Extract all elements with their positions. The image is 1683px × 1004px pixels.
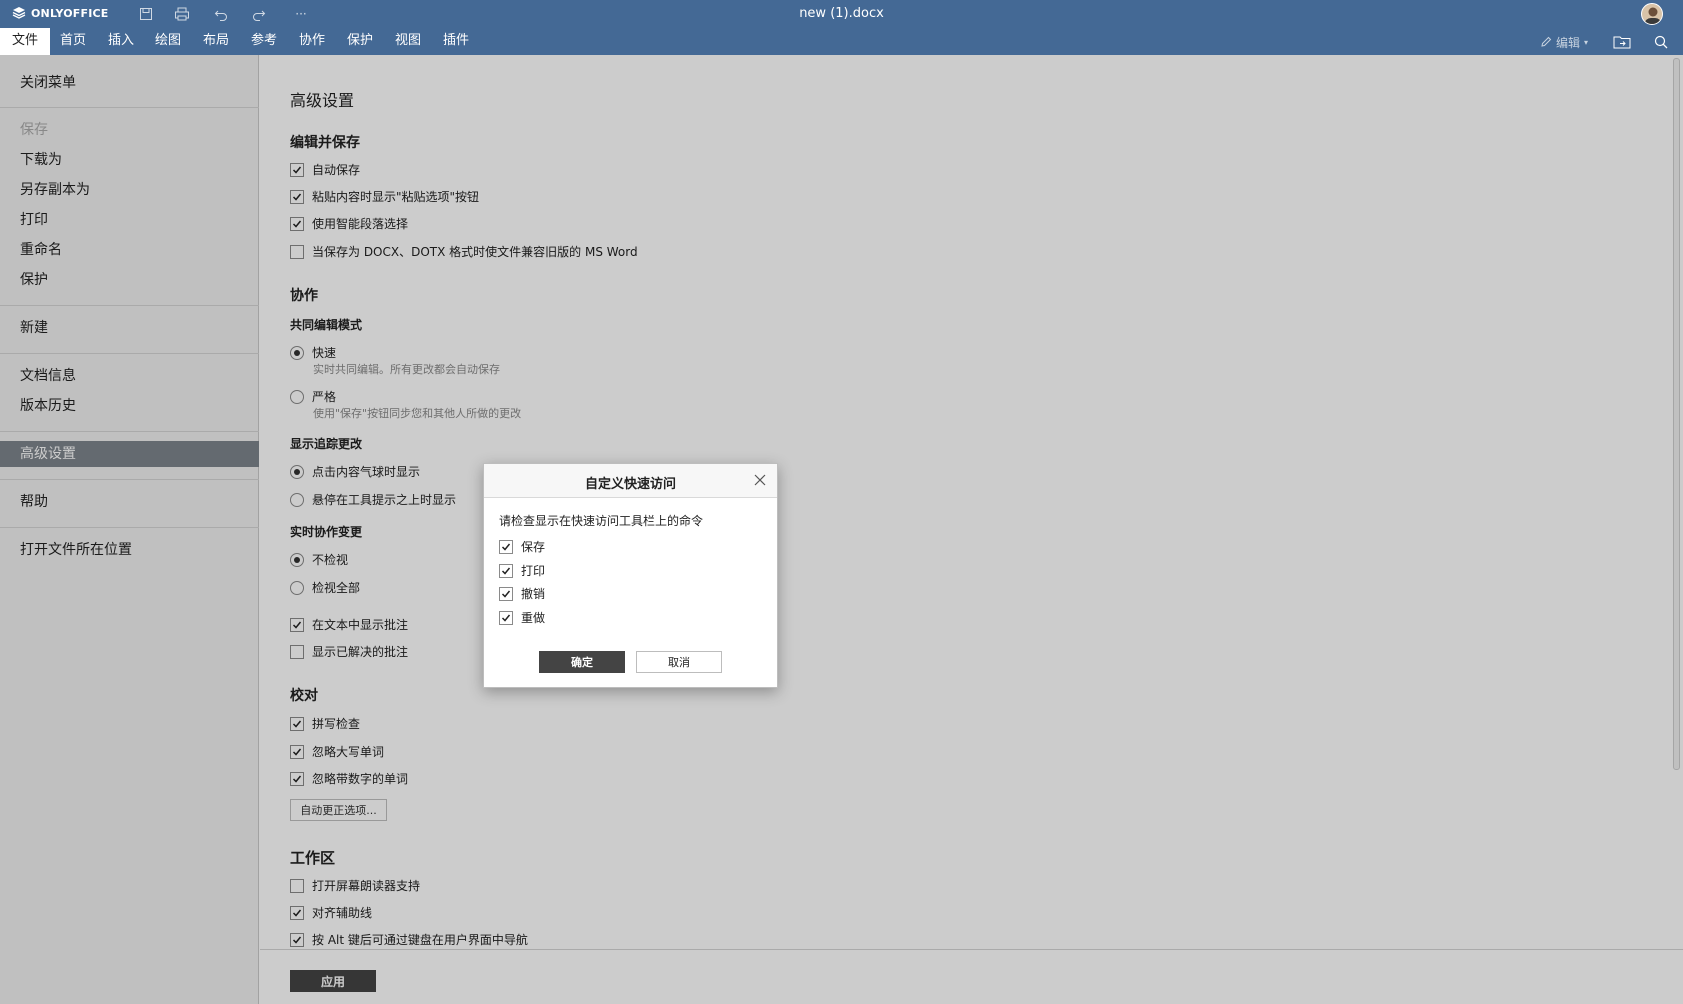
dialog-description: 请检查显示在快速访问工具栏上的命令 — [499, 514, 704, 528]
edit-mode-button[interactable]: 编辑 ▾ — [1540, 31, 1588, 53]
qa-redo-checkbox[interactable]: 重做 — [499, 609, 545, 626]
pencil-icon — [1541, 36, 1552, 47]
dialog-title: 自定义快速访问 — [584, 477, 676, 492]
open-location-icon[interactable] — [1613, 31, 1631, 53]
save-icon[interactable] — [135, 4, 157, 24]
checkbox-label: 撤销 — [521, 587, 546, 601]
tab-collaboration[interactable]: 协作 — [287, 28, 337, 55]
undo-icon[interactable] — [210, 4, 232, 24]
tab-references[interactable]: 参考 — [239, 28, 289, 55]
checkbox-checked[interactable] — [499, 539, 513, 554]
user-avatar[interactable] — [1641, 3, 1663, 25]
more-icon[interactable]: ··· — [290, 4, 312, 24]
checkbox-checked[interactable] — [499, 610, 513, 625]
tab-file[interactable]: 文件 — [0, 28, 51, 55]
tab-home[interactable]: 首页 — [48, 28, 98, 55]
chevron-down-icon: ▾ — [1584, 37, 1589, 47]
app-logo: ONLYOFFICE — [12, 6, 109, 20]
ok-button[interactable]: 确定 — [539, 651, 625, 673]
modal-overlay — [0, 55, 1683, 1004]
ribbon-tabs: 文件 首页 插入 绘图 布局 参考 协作 保护 视图 插件 编辑 ▾ — [0, 28, 1683, 55]
customize-quick-access-dialog: 自定义快速访问 请检查显示在快速访问工具栏上的命令 保存 打印 撤销 重做 确定… — [483, 463, 778, 688]
tab-draw[interactable]: 绘图 — [143, 28, 193, 55]
qa-print-checkbox[interactable]: 打印 — [499, 562, 545, 579]
qa-undo-checkbox[interactable]: 撤销 — [499, 585, 545, 602]
onlyoffice-logo-icon — [12, 7, 26, 19]
tab-view[interactable]: 视图 — [383, 28, 433, 55]
tab-layout[interactable]: 布局 — [191, 28, 241, 55]
title-bar: ONLYOFFICE ··· new (1).docx — [0, 0, 1683, 28]
tab-protection[interactable]: 保护 — [335, 28, 385, 55]
checkbox-label: 重做 — [521, 611, 546, 625]
dialog-header: 自定义快速访问 — [484, 464, 777, 498]
qa-save-checkbox[interactable]: 保存 — [499, 538, 545, 555]
tab-insert[interactable]: 插入 — [96, 28, 146, 55]
tab-plugins[interactable]: 插件 — [431, 28, 481, 55]
brand-name: ONLYOFFICE — [31, 6, 109, 20]
redo-icon[interactable] — [248, 4, 270, 24]
close-icon[interactable] — [753, 473, 767, 487]
checkbox-label: 保存 — [521, 540, 546, 554]
cancel-button[interactable]: 取消 — [636, 651, 722, 673]
checkbox-checked[interactable] — [499, 586, 513, 601]
edit-mode-label: 编辑 — [1556, 35, 1581, 50]
checkbox-checked[interactable] — [499, 563, 513, 578]
checkbox-label: 打印 — [521, 564, 546, 578]
print-icon[interactable] — [171, 4, 193, 24]
search-icon[interactable] — [1654, 31, 1668, 53]
